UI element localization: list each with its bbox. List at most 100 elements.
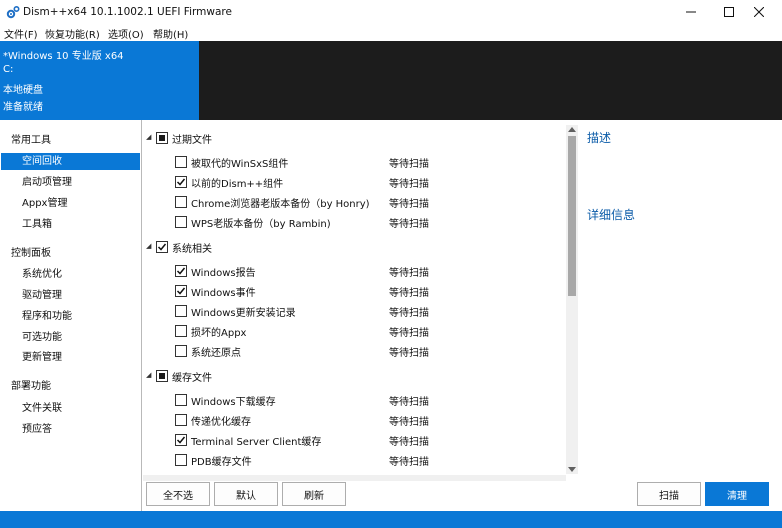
item-label: Windows更新安装记录 <box>191 308 296 319</box>
checkbox[interactable] <box>175 345 187 357</box>
checkbox[interactable] <box>175 265 187 277</box>
item-status: 等待扫描 <box>389 348 429 359</box>
checkbox[interactable] <box>156 241 168 253</box>
refresh-button[interactable]: 刷新 <box>282 482 346 506</box>
list-item[interactable]: 系统还原点 等待扫描 <box>143 342 563 361</box>
group-system-related[interactable]: ◢ 系统相关 <box>143 238 563 256</box>
close-icon <box>754 7 764 17</box>
item-label: 传递优化缓存 <box>191 417 251 428</box>
checkbox[interactable] <box>175 454 187 466</box>
sidebar-item-system-optimize[interactable]: 系统优化 <box>0 266 140 283</box>
list-item[interactable]: 被取代的WinSxS组件 等待扫描 <box>143 153 563 172</box>
checkbox[interactable] <box>175 325 187 337</box>
list-item[interactable]: Chrome浏览器老版本备份（by Honry) 等待扫描 <box>143 193 563 212</box>
os-name: *Windows 10 专业版 x64 <box>3 51 124 62</box>
sidebar-item-updates[interactable]: 更新管理 <box>0 349 140 366</box>
item-label: PDB缓存文件 <box>191 457 252 468</box>
menu-help[interactable]: 帮助(H) <box>153 26 188 41</box>
list-item[interactable]: 传递优化缓存 等待扫描 <box>143 411 563 430</box>
checkbox[interactable] <box>175 216 187 228</box>
expand-icon[interactable]: ◢ <box>146 371 151 379</box>
group-expired-files[interactable]: ◢ 过期文件 <box>143 129 563 147</box>
checkbox[interactable] <box>175 285 187 297</box>
session-status: 准备就绪 <box>3 102 43 113</box>
menu-restore[interactable]: 恢复功能(R) <box>45 26 100 41</box>
sidebar-group-control-panel: 控制面板 <box>11 248 51 259</box>
sidebar-group-common-tools: 常用工具 <box>11 135 51 146</box>
item-status: 等待扫描 <box>389 199 429 210</box>
scroll-down-icon[interactable] <box>568 467 576 472</box>
group-label: 过期文件 <box>172 135 212 146</box>
item-label: 被取代的WinSxS组件 <box>191 159 289 170</box>
gear-icon <box>6 5 20 19</box>
menu-file[interactable]: 文件(F) <box>4 26 38 41</box>
close-button[interactable] <box>736 0 782 24</box>
horizontal-scrollbar[interactable] <box>143 475 566 481</box>
item-status: 等待扫描 <box>389 159 429 170</box>
expand-icon[interactable]: ◢ <box>146 242 151 250</box>
partial-checkbox[interactable] <box>156 370 168 382</box>
vertical-scrollbar[interactable] <box>566 125 578 474</box>
sidebar-item-space-cleanup[interactable]: 空间回收 <box>1 153 140 170</box>
item-status: 等待扫描 <box>389 437 429 448</box>
item-status: 等待扫描 <box>389 268 429 279</box>
check-icon <box>176 287 186 295</box>
menu-options[interactable]: 选项(O) <box>108 26 144 41</box>
item-label: WPS老版本备份（by Rambin) <box>191 219 331 230</box>
expand-icon[interactable]: ◢ <box>146 133 151 141</box>
check-icon <box>176 267 186 275</box>
list-item[interactable]: Windows报告 等待扫描 <box>143 262 563 281</box>
details-heading: 详细信息 <box>587 208 636 222</box>
list-item[interactable]: Windows更新安装记录 等待扫描 <box>143 302 563 321</box>
sidebar-item-answer-file[interactable]: 预应答 <box>0 421 140 438</box>
scan-button[interactable]: 扫描 <box>637 482 701 506</box>
item-label: Windows事件 <box>191 288 256 299</box>
list-item[interactable]: PDB缓存文件 等待扫描 <box>143 451 563 470</box>
session-info-panel[interactable]: *Windows 10 专业版 x64 C: 本地硬盘 准备就绪 <box>0 41 199 120</box>
sidebar-item-startup[interactable]: 启动项管理 <box>0 174 140 191</box>
checkbox[interactable] <box>175 196 187 208</box>
checkbox[interactable] <box>175 176 187 188</box>
session-list-area <box>199 41 782 120</box>
item-status: 等待扫描 <box>389 328 429 339</box>
item-label: Windows下载缓存 <box>191 397 276 408</box>
list-item[interactable]: Windows下载缓存 等待扫描 <box>143 391 563 410</box>
item-label: Chrome浏览器老版本备份（by Honry) <box>191 199 370 210</box>
group-cache-files[interactable]: ◢ 缓存文件 <box>143 367 563 385</box>
item-status: 等待扫描 <box>389 288 429 299</box>
sidebar-item-toolbox[interactable]: 工具箱 <box>0 216 140 233</box>
sidebar-item-optional-features[interactable]: 可选功能 <box>0 329 140 346</box>
item-status: 等待扫描 <box>389 417 429 428</box>
list-item[interactable]: 损坏的Appx 等待扫描 <box>143 322 563 341</box>
list-item[interactable]: 以前的Dism++组件 等待扫描 <box>143 173 563 192</box>
list-item[interactable]: WPS老版本备份（by Rambin) 等待扫描 <box>143 213 563 232</box>
checkbox[interactable] <box>175 434 187 446</box>
sidebar-item-file-association[interactable]: 文件关联 <box>0 400 140 417</box>
partial-checkbox[interactable] <box>156 132 168 144</box>
item-label: Terminal Server Client缓存 <box>191 437 322 448</box>
minimize-icon <box>686 11 696 13</box>
cleanup-list: ◢ 过期文件 被取代的WinSxS组件 等待扫描 以前的Dism++组件 等待扫… <box>143 120 565 476</box>
scroll-thumb[interactable] <box>568 136 576 296</box>
sidebar-item-drivers[interactable]: 驱动管理 <box>0 287 140 304</box>
item-status: 等待扫描 <box>389 397 429 408</box>
select-none-button[interactable]: 全不选 <box>146 482 210 506</box>
checkbox[interactable] <box>175 394 187 406</box>
checkbox[interactable] <box>175 305 187 317</box>
window-title: Dism++x64 10.1.1002.1 UEFI Firmware <box>23 6 232 18</box>
clean-button[interactable]: 清理 <box>705 482 769 506</box>
item-status: 等待扫描 <box>389 457 429 468</box>
checkbox[interactable] <box>175 156 187 168</box>
list-item[interactable]: Windows事件 等待扫描 <box>143 282 563 301</box>
group-label: 系统相关 <box>172 244 212 255</box>
list-item[interactable]: Terminal Server Client缓存 等待扫描 <box>143 431 563 450</box>
checkbox[interactable] <box>175 414 187 426</box>
item-label: 以前的Dism++组件 <box>191 179 284 190</box>
item-status: 等待扫描 <box>389 219 429 230</box>
scroll-up-icon[interactable] <box>568 127 576 132</box>
sidebar-item-programs[interactable]: 程序和功能 <box>0 308 140 325</box>
group-label: 缓存文件 <box>172 373 212 384</box>
sidebar-item-appx[interactable]: Appx管理 <box>0 195 140 212</box>
drive-letter: C: <box>3 64 14 75</box>
default-button[interactable]: 默认 <box>214 482 278 506</box>
